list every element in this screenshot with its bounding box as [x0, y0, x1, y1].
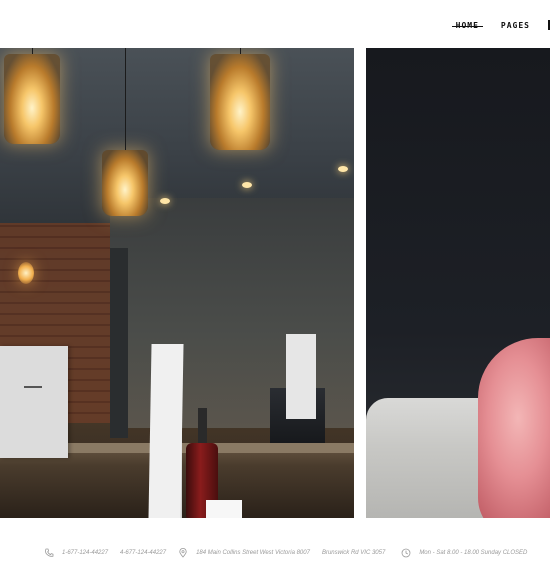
address: 184 Main Collins Street West Victoria 80…: [196, 550, 310, 556]
site-header: Home Pages: [0, 0, 550, 48]
label-card: [206, 500, 242, 518]
opening-hours: Mon - Sat 8.00 - 18.00 Sunday CLOSED: [419, 550, 528, 556]
bottle-neck: [198, 408, 207, 446]
table-card: [148, 344, 184, 518]
phone-number-1[interactable]: 1-677-124-44227: [62, 550, 108, 556]
ceiling-light: [160, 198, 170, 204]
wall-lamp: [18, 262, 34, 284]
meat-cut: [478, 338, 550, 518]
main-nav: Home Pages: [451, 18, 550, 32]
gallery-image-restaurant-interior[interactable]: [0, 48, 354, 518]
address-secondary: Brunswick Rd VIC 3057: [321, 550, 386, 556]
contact-info: 1-677-124-44227 4-677-124-44227 184 Main…: [44, 548, 527, 558]
ceiling-light: [338, 166, 348, 172]
clock-icon: [401, 548, 411, 558]
pendant-lamp: [210, 48, 270, 150]
pendant-lamp: [4, 48, 60, 144]
phone-number-2[interactable]: 4-677-124-44227: [120, 550, 166, 556]
table-sign: [286, 334, 316, 419]
column: [110, 248, 128, 438]
image-gallery: [0, 48, 550, 518]
map-pin-icon: [178, 548, 188, 558]
site-footer: 1-677-124-44227 4-677-124-44227 184 Main…: [0, 518, 550, 588]
pendant-lamp: [102, 48, 148, 216]
menu-card: [0, 346, 68, 458]
gallery-image-food[interactable]: [366, 48, 550, 518]
nav-item-home[interactable]: Home: [451, 21, 484, 30]
menu-card-logo: [24, 386, 42, 388]
phone-icon: [44, 548, 54, 558]
nav-item-pages[interactable]: Pages: [501, 21, 530, 30]
ceiling-light: [242, 182, 252, 188]
